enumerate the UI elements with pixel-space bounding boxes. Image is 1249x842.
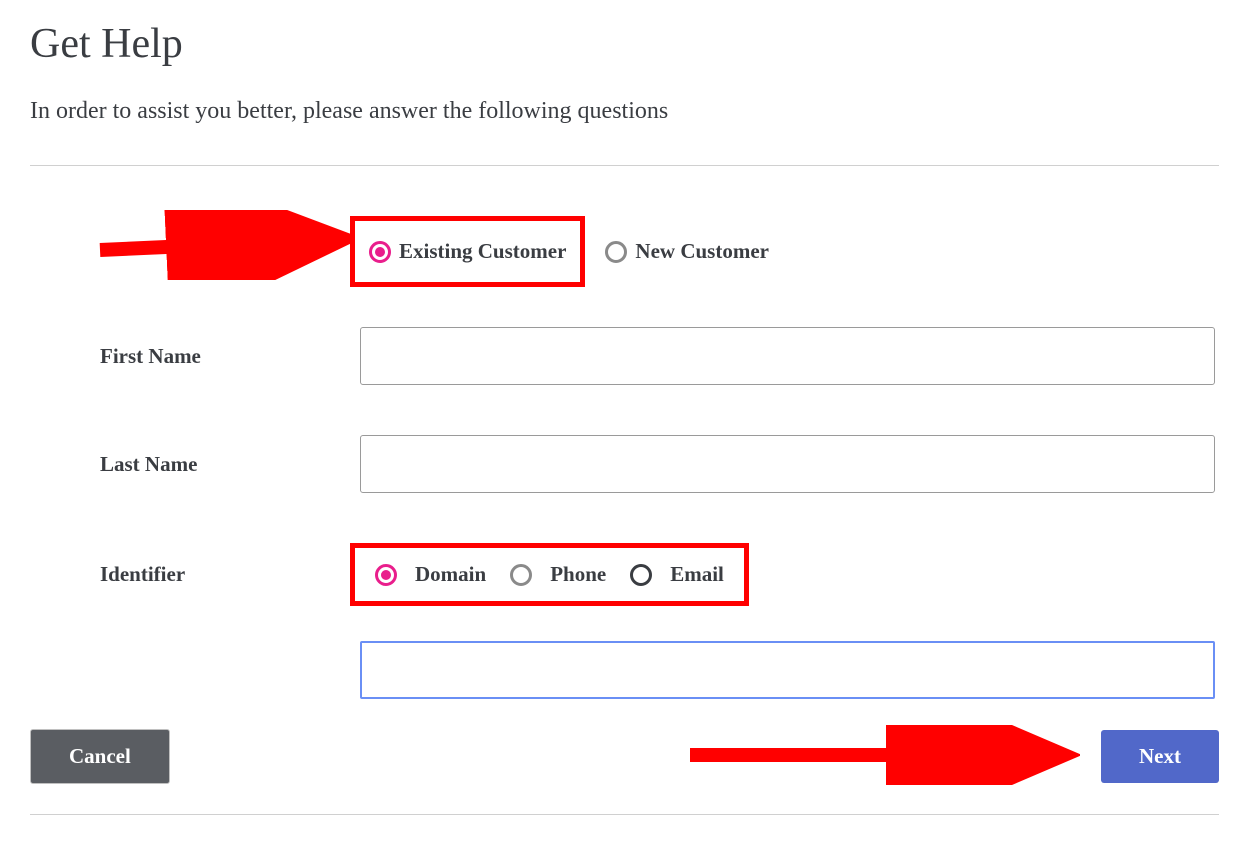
identifier-phone-radio[interactable]	[510, 564, 532, 586]
existing-customer-highlight: Existing Customer	[350, 216, 585, 287]
identifier-domain-label: Domain	[415, 562, 486, 587]
divider	[30, 165, 1219, 166]
last-name-input[interactable]	[360, 435, 1215, 493]
arrow-annotation-existing	[90, 210, 350, 280]
new-customer-option[interactable]: New Customer	[605, 239, 769, 264]
radio-selected-dot-icon	[381, 570, 391, 580]
new-customer-radio[interactable]	[605, 241, 627, 263]
identifier-email-radio[interactable]	[630, 564, 652, 586]
identifier-phone-label: Phone	[550, 562, 606, 587]
identifier-domain-radio[interactable]	[375, 564, 397, 586]
identifier-value-input[interactable]	[360, 641, 1215, 699]
customer-type-row: Existing Customer New Customer	[70, 216, 1219, 287]
identifier-email-option[interactable]: Email	[630, 562, 724, 587]
cancel-button[interactable]: Cancel	[30, 729, 170, 784]
first-name-label: First Name	[100, 344, 360, 369]
existing-customer-label: Existing Customer	[399, 239, 566, 264]
next-button[interactable]: Next	[1101, 730, 1219, 783]
identifier-highlight: Domain Phone Email	[350, 543, 749, 606]
domain-input-row	[70, 641, 1219, 699]
radio-selected-dot-icon	[375, 247, 385, 257]
identifier-domain-option[interactable]: Domain	[375, 562, 486, 587]
button-row: Cancel Next	[30, 729, 1219, 784]
bottom-divider	[30, 814, 1219, 815]
page-subtitle: In order to assist you better, please an…	[30, 98, 1219, 125]
arrow-annotation-next	[680, 725, 1080, 785]
first-name-input[interactable]	[360, 327, 1215, 385]
first-name-row: First Name	[70, 327, 1219, 385]
identifier-phone-option[interactable]: Phone	[510, 562, 606, 587]
identifier-label: Identifier	[100, 562, 360, 587]
identifier-row: Identifier Domain Phone Email	[70, 543, 1219, 606]
identifier-email-label: Email	[670, 562, 724, 587]
new-customer-label: New Customer	[635, 239, 769, 264]
page-title: Get Help	[30, 20, 1219, 68]
last-name-row: Last Name	[70, 435, 1219, 493]
last-name-label: Last Name	[100, 452, 360, 477]
existing-customer-radio[interactable]	[369, 241, 391, 263]
form-area: Existing Customer New Customer First Nam…	[30, 216, 1219, 699]
